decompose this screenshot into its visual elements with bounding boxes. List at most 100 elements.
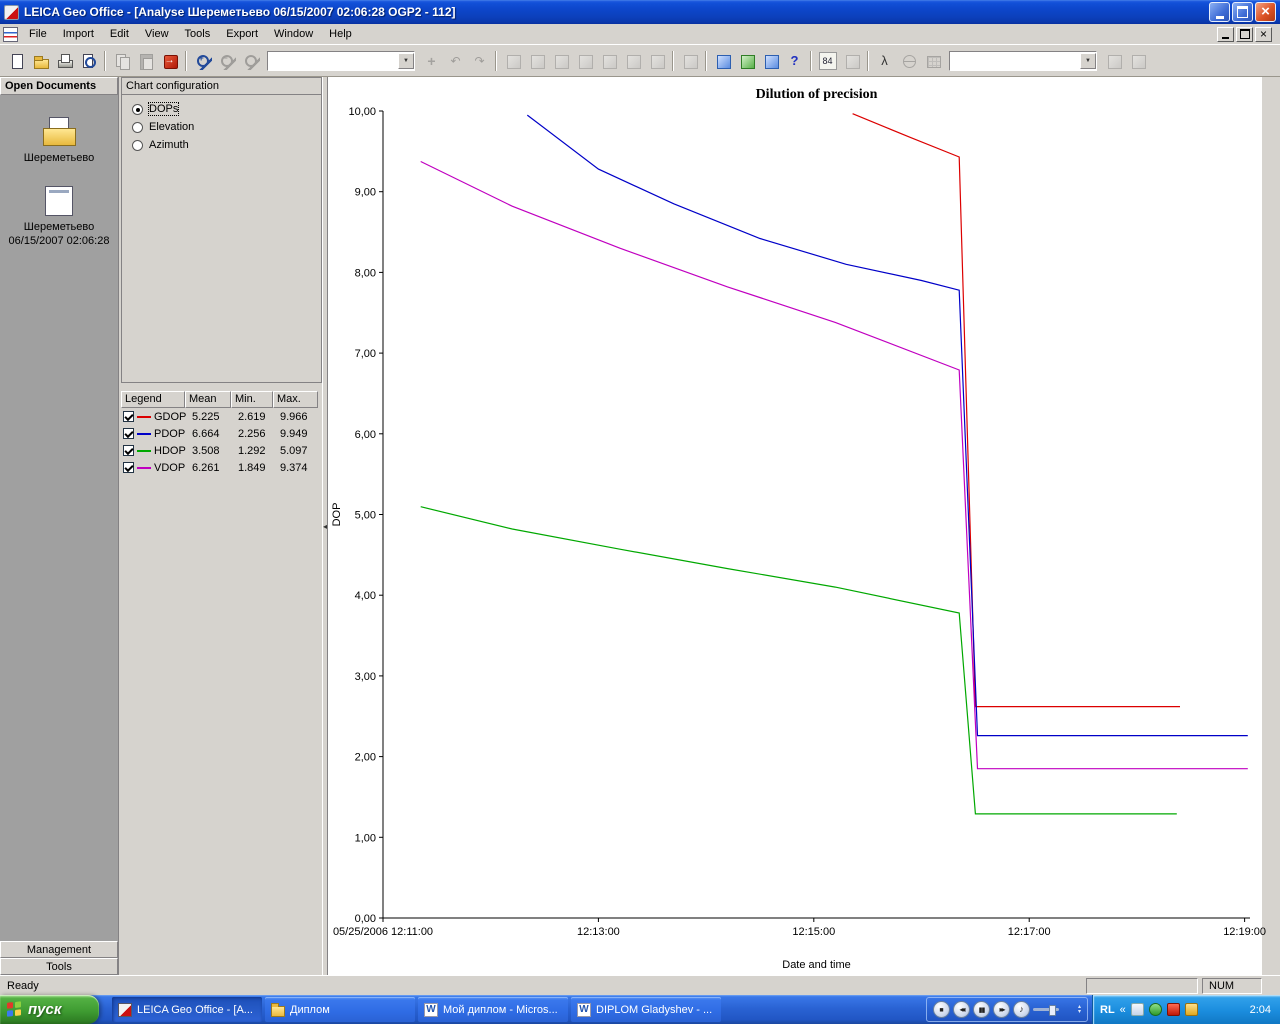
tray-icon-3[interactable] [1166, 1003, 1180, 1016]
mdi-restore-button[interactable] [1236, 26, 1253, 42]
legend-col-min[interactable]: Min. [231, 391, 273, 408]
document-system-icon[interactable] [3, 26, 18, 42]
import-data-button[interactable] [158, 50, 181, 72]
media-previous-button[interactable] [953, 1001, 970, 1018]
series-name: HDOP [154, 444, 186, 457]
tools-tab[interactable]: Tools [0, 958, 118, 975]
visibility-checkbox[interactable] [123, 462, 134, 473]
close-button[interactable] [1255, 2, 1276, 22]
dropdown-arrow-icon[interactable]: ▼ [398, 52, 414, 69]
scale-combo[interactable]: ▼ [267, 50, 415, 71]
taskbar-item-3[interactable]: Мой диплом - Micros... [418, 997, 568, 1022]
paste-button[interactable] [134, 50, 157, 72]
minimize-button[interactable] [1209, 2, 1230, 22]
tool-2-button[interactable] [525, 50, 548, 72]
menu-edit[interactable]: Edit [102, 25, 137, 43]
tool-11-button[interactable] [1126, 50, 1149, 72]
redo-view-button[interactable] [468, 50, 491, 72]
menu-tools[interactable]: Tools [177, 25, 219, 43]
tool-9-button[interactable] [840, 50, 863, 72]
process-1-button[interactable] [711, 50, 734, 72]
visibility-checkbox[interactable] [123, 428, 134, 439]
tool-6-button[interactable] [621, 50, 644, 72]
context-help-button[interactable] [783, 50, 806, 72]
tray-icon-2[interactable] [1148, 1003, 1162, 1016]
zoom-out-button[interactable] [215, 49, 238, 72]
tool-8-icon [681, 52, 699, 70]
menu-window[interactable]: Window [266, 25, 321, 43]
document-item-2[interactable]: Шереметьево 06/15/2007 02:06:28 OGP... [2, 185, 116, 249]
tool-3-button[interactable] [549, 50, 572, 72]
open-document-icon [32, 52, 50, 70]
taskbar-item-4[interactable]: DIPLOM Gladyshev - ... [571, 997, 721, 1022]
undo-view-button[interactable] [444, 50, 467, 72]
tool-8-button[interactable] [678, 50, 701, 72]
radio-option-elevation[interactable]: Elevation [132, 121, 311, 133]
document-item-1[interactable]: Шереметьево [2, 117, 116, 166]
tray-icon-4[interactable] [1184, 1003, 1198, 1016]
pan-button[interactable] [420, 50, 443, 72]
radio-label: DOPs [147, 102, 180, 116]
grid-view-button[interactable] [921, 50, 944, 72]
menu-import[interactable]: Import [55, 25, 102, 43]
deskband-expand-arrows[interactable] [1078, 1005, 1081, 1015]
management-tab[interactable]: Management [0, 941, 118, 958]
open-documents-header[interactable]: Open Documents [0, 77, 118, 95]
volume-slider[interactable] [1033, 1005, 1059, 1016]
media-pause-button[interactable] [973, 1001, 990, 1018]
series-name: GDOP [154, 410, 187, 423]
process-3-button[interactable] [759, 50, 782, 72]
hide-icons-chevron[interactable] [1120, 1004, 1126, 1016]
legend-col-mean[interactable]: Mean [185, 391, 231, 408]
restore-button[interactable] [1232, 2, 1253, 22]
radio-option-dops[interactable]: DOPs [132, 102, 311, 116]
taskbar-item-1[interactable]: LEICA Geo Office - [A... [112, 997, 262, 1022]
media-stop-button[interactable] [933, 1001, 950, 1018]
legend-row-gdop: GDOP 5.225 2.619 9.966 [121, 408, 322, 425]
menu-help[interactable]: Help [321, 25, 360, 43]
language-indicator[interactable]: RL [1100, 1004, 1115, 1016]
zoom-window-button[interactable] [239, 50, 262, 72]
mdi-close-button[interactable] [1255, 26, 1272, 42]
open-document-button[interactable] [29, 50, 52, 72]
process-2-button[interactable] [735, 50, 758, 72]
tool-11-icon [1129, 52, 1147, 70]
tray-icon-1[interactable] [1130, 1003, 1144, 1016]
legend-series-cell: PDOP [123, 428, 187, 440]
print-button[interactable] [53, 50, 76, 72]
visibility-checkbox[interactable] [123, 445, 134, 456]
window-controls [1209, 2, 1276, 22]
filter-combo[interactable]: ▼ [949, 50, 1097, 71]
sidebar-tabs: Management Tools [0, 941, 118, 975]
globe-button[interactable] [897, 50, 920, 72]
taskbar-item-2[interactable]: Диплом [265, 997, 415, 1022]
word-icon [577, 1002, 591, 1017]
new-document-button[interactable] [5, 50, 28, 72]
mdi-minimize-button[interactable] [1217, 26, 1234, 42]
legend-value: 9.966 [280, 410, 308, 423]
paste-icon [137, 52, 155, 70]
legend-value: 9.374 [280, 461, 308, 474]
tool-1-button[interactable] [501, 50, 524, 72]
print-preview-button[interactable] [77, 50, 100, 72]
start-button[interactable]: пуск [0, 995, 99, 1024]
tool-7-button[interactable] [645, 50, 668, 72]
menu-export[interactable]: Export [218, 25, 266, 43]
legend-col-legend[interactable]: Legend [121, 391, 185, 408]
function-button[interactable] [873, 50, 896, 72]
tool-5-button[interactable] [597, 50, 620, 72]
media-next-button[interactable] [993, 1001, 1010, 1018]
zoom-in-button[interactable] [191, 49, 214, 72]
radio-option-azimuth[interactable]: Azimuth [132, 139, 311, 151]
menu-view[interactable]: View [137, 25, 177, 43]
copy-button[interactable] [110, 50, 133, 72]
tool-10-button[interactable] [1102, 50, 1125, 72]
tool-4-button[interactable] [573, 50, 596, 72]
media-mute-button[interactable] [1013, 1001, 1030, 1018]
point-id-button[interactable]: 84 [816, 50, 839, 72]
chart-configuration-header: Chart configuration [122, 78, 321, 95]
menu-file[interactable]: File [21, 25, 55, 43]
legend-col-max[interactable]: Max. [273, 391, 318, 408]
dropdown-arrow-icon[interactable]: ▼ [1080, 52, 1096, 69]
visibility-checkbox[interactable] [123, 411, 134, 422]
